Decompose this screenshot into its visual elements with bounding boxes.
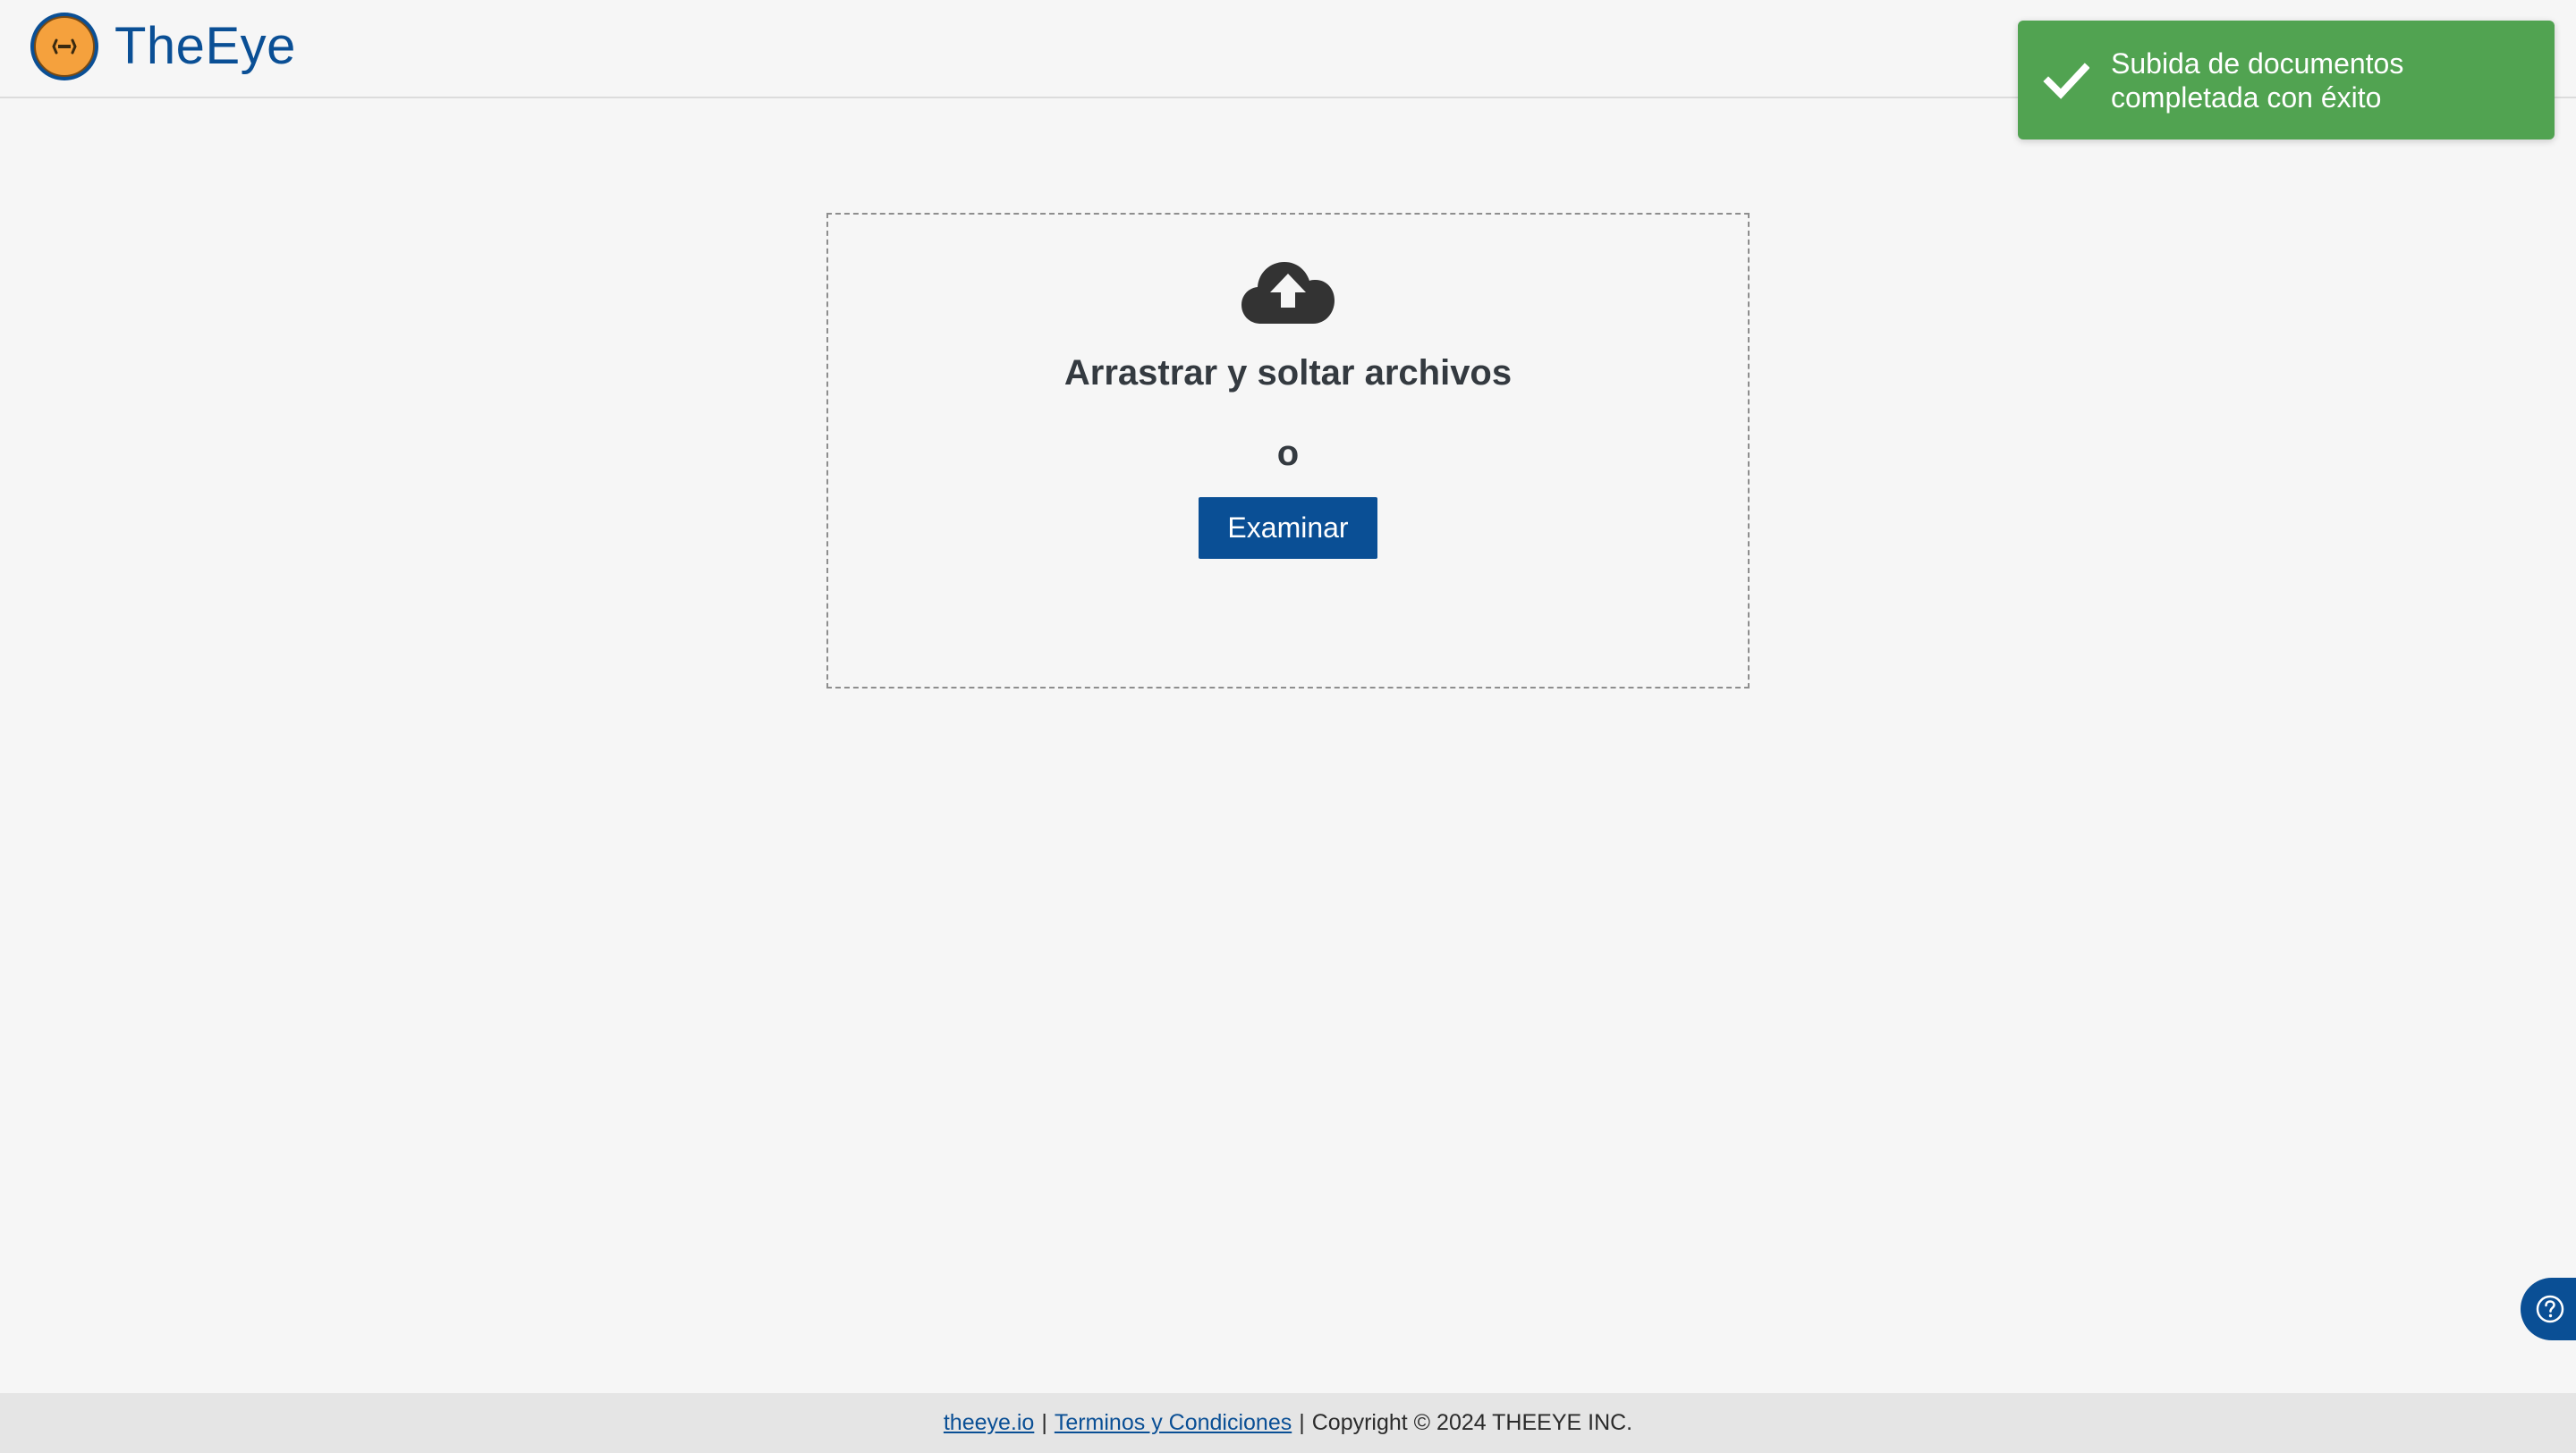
browse-button[interactable]: Examinar — [1199, 497, 1377, 559]
footer-separator: | — [1041, 1410, 1047, 1435]
question-circle-icon — [2536, 1295, 2564, 1323]
footer-link-site[interactable]: theeye.io — [944, 1410, 1034, 1436]
success-toast[interactable]: Subida de documentos completada con éxit… — [2018, 21, 2555, 139]
page-footer: theeye.io | Terminos y Condiciones | Cop… — [0, 1393, 2576, 1453]
checkmark-icon — [2043, 62, 2089, 99]
dropzone-title: Arrastrar y soltar archivos — [1063, 353, 1513, 393]
cloud-upload-icon — [1241, 262, 1335, 324]
brand-logo[interactable]: TheEye — [29, 11, 296, 82]
footer-link-terms[interactable]: Terminos y Condiciones — [1055, 1410, 1292, 1436]
brand-name: TheEye — [114, 17, 296, 75]
help-button[interactable] — [2521, 1278, 2576, 1340]
eye-logo-icon — [30, 13, 98, 80]
toast-message: Subida de documentos completada con éxit… — [2111, 46, 2404, 114]
footer-separator: | — [1299, 1410, 1305, 1435]
dropzone-or-text: o — [1276, 434, 1300, 473]
footer-copyright: Copyright © 2024 THEEYE INC. — [1311, 1410, 1633, 1435]
